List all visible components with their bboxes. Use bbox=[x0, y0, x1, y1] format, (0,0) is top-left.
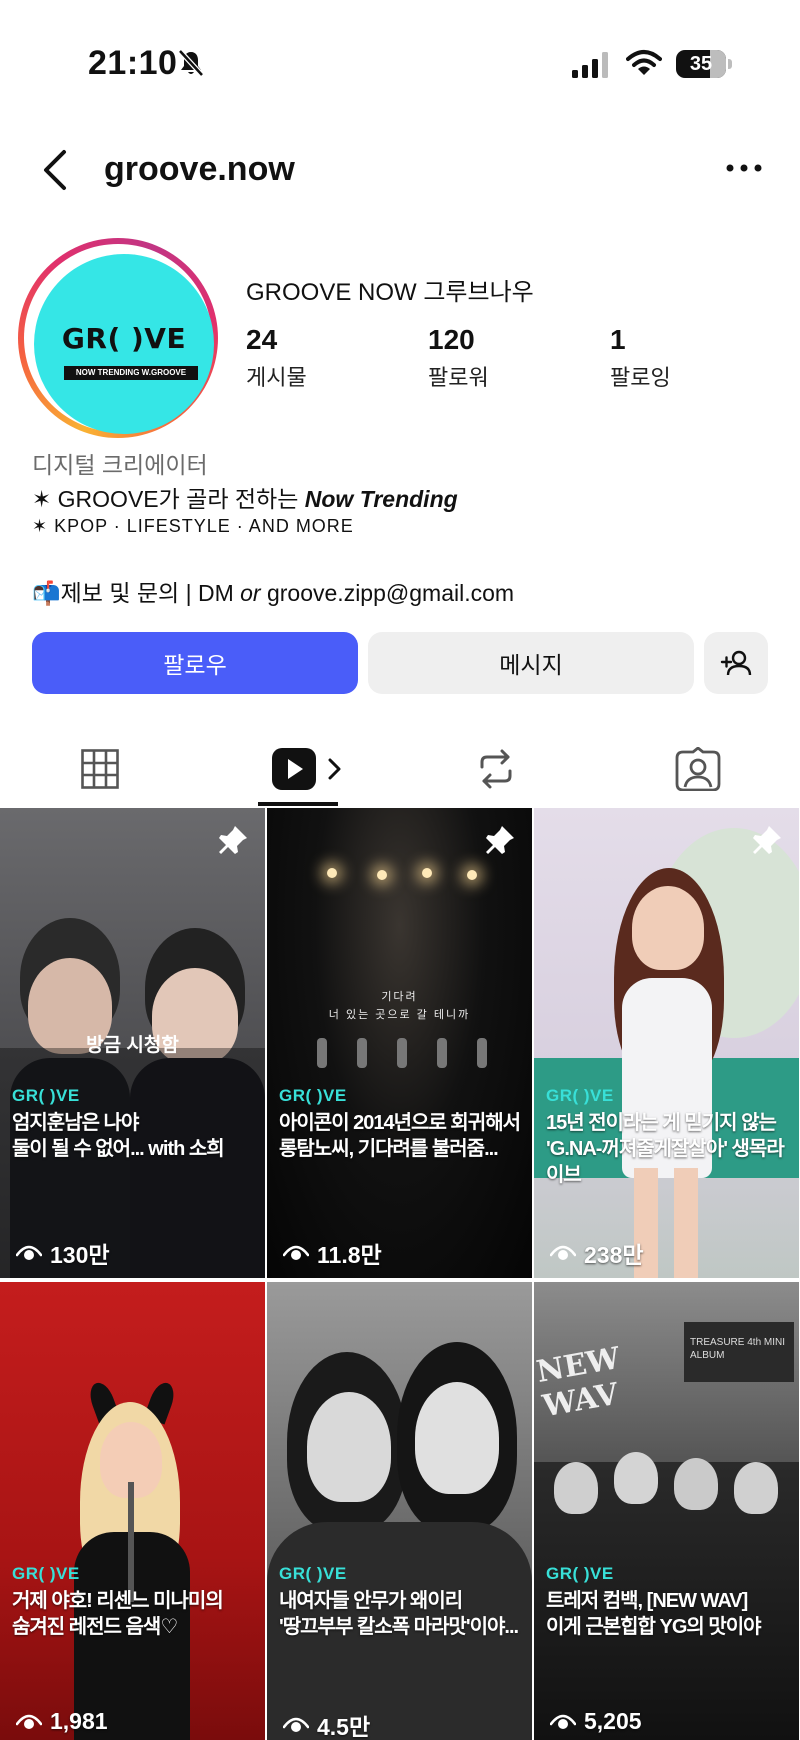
avatar-story-ring[interactable]: GR( )VE NOW TRENDING W.GROOVE bbox=[18, 238, 218, 438]
profile-category: 디지털 크리에이터 bbox=[32, 452, 208, 478]
followers-count[interactable]: 120 팔로워 bbox=[428, 324, 489, 392]
suggested-users-button[interactable] bbox=[704, 632, 768, 694]
reel-item[interactable]: 방금 시청함 GR( )VE 엄지훈남은 나야 둘이 될 수 없어... wit… bbox=[0, 808, 265, 1278]
active-tab-indicator bbox=[258, 802, 338, 806]
reel-caption: 트레저 컴백, [NEW WAV] 이게 근본힙합 YG의 맛이야 bbox=[546, 1590, 762, 1638]
bio-contact: 📬제보 및 문의 | DM or groove.zipp@gmail.com bbox=[32, 580, 515, 606]
tagged-person-icon bbox=[675, 747, 721, 791]
status-bar: 21:10 35 bbox=[0, 0, 800, 130]
reel-brand-logo: GR( )VE bbox=[546, 1564, 614, 1583]
contact-email[interactable]: groove.zipp@gmail.com bbox=[261, 580, 514, 606]
battery-cap bbox=[728, 59, 732, 69]
tab-reposts[interactable] bbox=[456, 730, 536, 808]
reel-item[interactable]: GR( )VE 15년 전이라는 게 믿기지 않는 'G.NA-꺼져줄게잘살아'… bbox=[534, 808, 799, 1278]
profile-username: groove.now bbox=[104, 150, 295, 188]
signal-icon bbox=[572, 52, 608, 78]
reel-caption: 엄지훈남은 나야 둘이 될 수 없어... with 소희 bbox=[12, 1112, 225, 1160]
eye-icon bbox=[283, 1245, 309, 1260]
profile-header: groove.now bbox=[0, 130, 800, 210]
reel-item[interactable]: GR( )VE 내여자들 안무가 왜이리 '땅끄부부 칼소폭 마라맛'이야...… bbox=[267, 1282, 532, 1740]
grid-icon bbox=[81, 749, 119, 789]
avatar: GR( )VE NOW TRENDING W.GROOVE bbox=[34, 254, 214, 434]
pin-icon bbox=[219, 826, 247, 854]
display-name: GROOVE NOW 그루브나우 bbox=[246, 279, 534, 306]
reel-caption: 내여자들 안무가 왜이리 '땅끄부부 칼소폭 마라맛'이야... bbox=[279, 1590, 519, 1638]
eye-icon bbox=[16, 1245, 42, 1260]
reel-view-count: 11.8만 bbox=[283, 1236, 382, 1270]
pin-icon bbox=[486, 826, 514, 854]
bio-line-1: ✶ GROOVE가 골라 전하는 Now Trending bbox=[32, 486, 458, 512]
posts-count[interactable]: 24 게시물 bbox=[246, 324, 307, 392]
tab-tagged[interactable] bbox=[658, 730, 738, 808]
follow-button[interactable]: 팔로우 bbox=[32, 632, 358, 694]
wifi-icon bbox=[626, 50, 662, 75]
reels-grid: 방금 시청함 GR( )VE 엄지훈남은 나야 둘이 될 수 없어... wit… bbox=[0, 808, 800, 1740]
reel-caption: 15년 전이라는 게 믿기지 않는 'G.NA-꺼져줄게잘살아' 생목라이브 bbox=[546, 1112, 785, 1186]
eye-icon bbox=[550, 1714, 576, 1729]
just-watched-label: 방금 시청함 bbox=[86, 1035, 179, 1056]
eye-icon bbox=[550, 1245, 576, 1260]
reel-brand-logo: GR( )VE bbox=[12, 1564, 80, 1583]
reel-brand-logo: GR( )VE bbox=[546, 1086, 614, 1105]
reel-brand-logo: GR( )VE bbox=[279, 1564, 347, 1583]
stage-lyric-line-1: 기다려 bbox=[381, 991, 418, 1003]
tab-posts-grid[interactable] bbox=[60, 730, 140, 808]
battery-indicator: 35 bbox=[676, 50, 726, 78]
reel-caption: 거제 야호! 리센느 미나미의 숨겨진 레전드 음색♡ bbox=[12, 1590, 224, 1638]
profile-tabs bbox=[0, 730, 800, 808]
reel-caption: 아이콘이 2014년으로 회귀해서 롱탐노씨, 기다려를 불러줌... bbox=[279, 1112, 521, 1160]
reel-brand-logo: GR( )VE bbox=[12, 1086, 80, 1105]
reels-icon bbox=[272, 748, 316, 790]
add-user-icon bbox=[720, 650, 752, 676]
reel-view-count: 4.5만 bbox=[283, 1708, 370, 1740]
repost-icon bbox=[480, 749, 512, 789]
reel-brand-logo: GR( )VE bbox=[279, 1086, 347, 1105]
more-options-icon[interactable] bbox=[724, 156, 764, 180]
avatar-tagline: NOW TRENDING W.GROOVE bbox=[64, 366, 198, 380]
reel-item[interactable]: 기다려 너 있는 곳으로 갈 테니까 GR( )VE 아이콘이 2014년으로 … bbox=[267, 808, 532, 1278]
bio-line-2: ✶ KPOP · LIFESTYLE · AND MORE bbox=[32, 516, 354, 536]
following-count[interactable]: 1 팔로잉 bbox=[610, 324, 671, 392]
reel-view-count: 130만 bbox=[16, 1236, 110, 1270]
status-time: 21:10 bbox=[88, 44, 178, 82]
bell-muted-icon bbox=[178, 49, 204, 77]
back-icon[interactable] bbox=[38, 148, 74, 192]
reel-view-count: 238만 bbox=[550, 1236, 644, 1270]
stage-lyric-line-2: 너 있는 곳으로 갈 테니까 bbox=[328, 1009, 471, 1021]
sign-small-text: TREASURE 4th MINI ALBUM bbox=[690, 1337, 786, 1361]
reel-item[interactable]: NEW WAV TREASURE 4th MINI ALBUM GR( )VE … bbox=[534, 1282, 799, 1740]
pin-icon bbox=[753, 826, 781, 854]
eye-icon bbox=[283, 1717, 309, 1732]
reel-item[interactable]: GR( )VE 거제 야호! 리센느 미나미의 숨겨진 레전드 음색♡ 1,98… bbox=[0, 1282, 265, 1740]
message-button[interactable]: 메시지 bbox=[368, 632, 694, 694]
chevron-right-icon bbox=[328, 758, 341, 780]
avatar-logo-text: GR( )VE bbox=[61, 322, 187, 355]
reel-view-count: 5,205 bbox=[550, 1708, 642, 1735]
tab-reels[interactable] bbox=[258, 730, 358, 808]
reel-view-count: 1,981 bbox=[16, 1708, 108, 1735]
eye-icon bbox=[16, 1714, 42, 1729]
